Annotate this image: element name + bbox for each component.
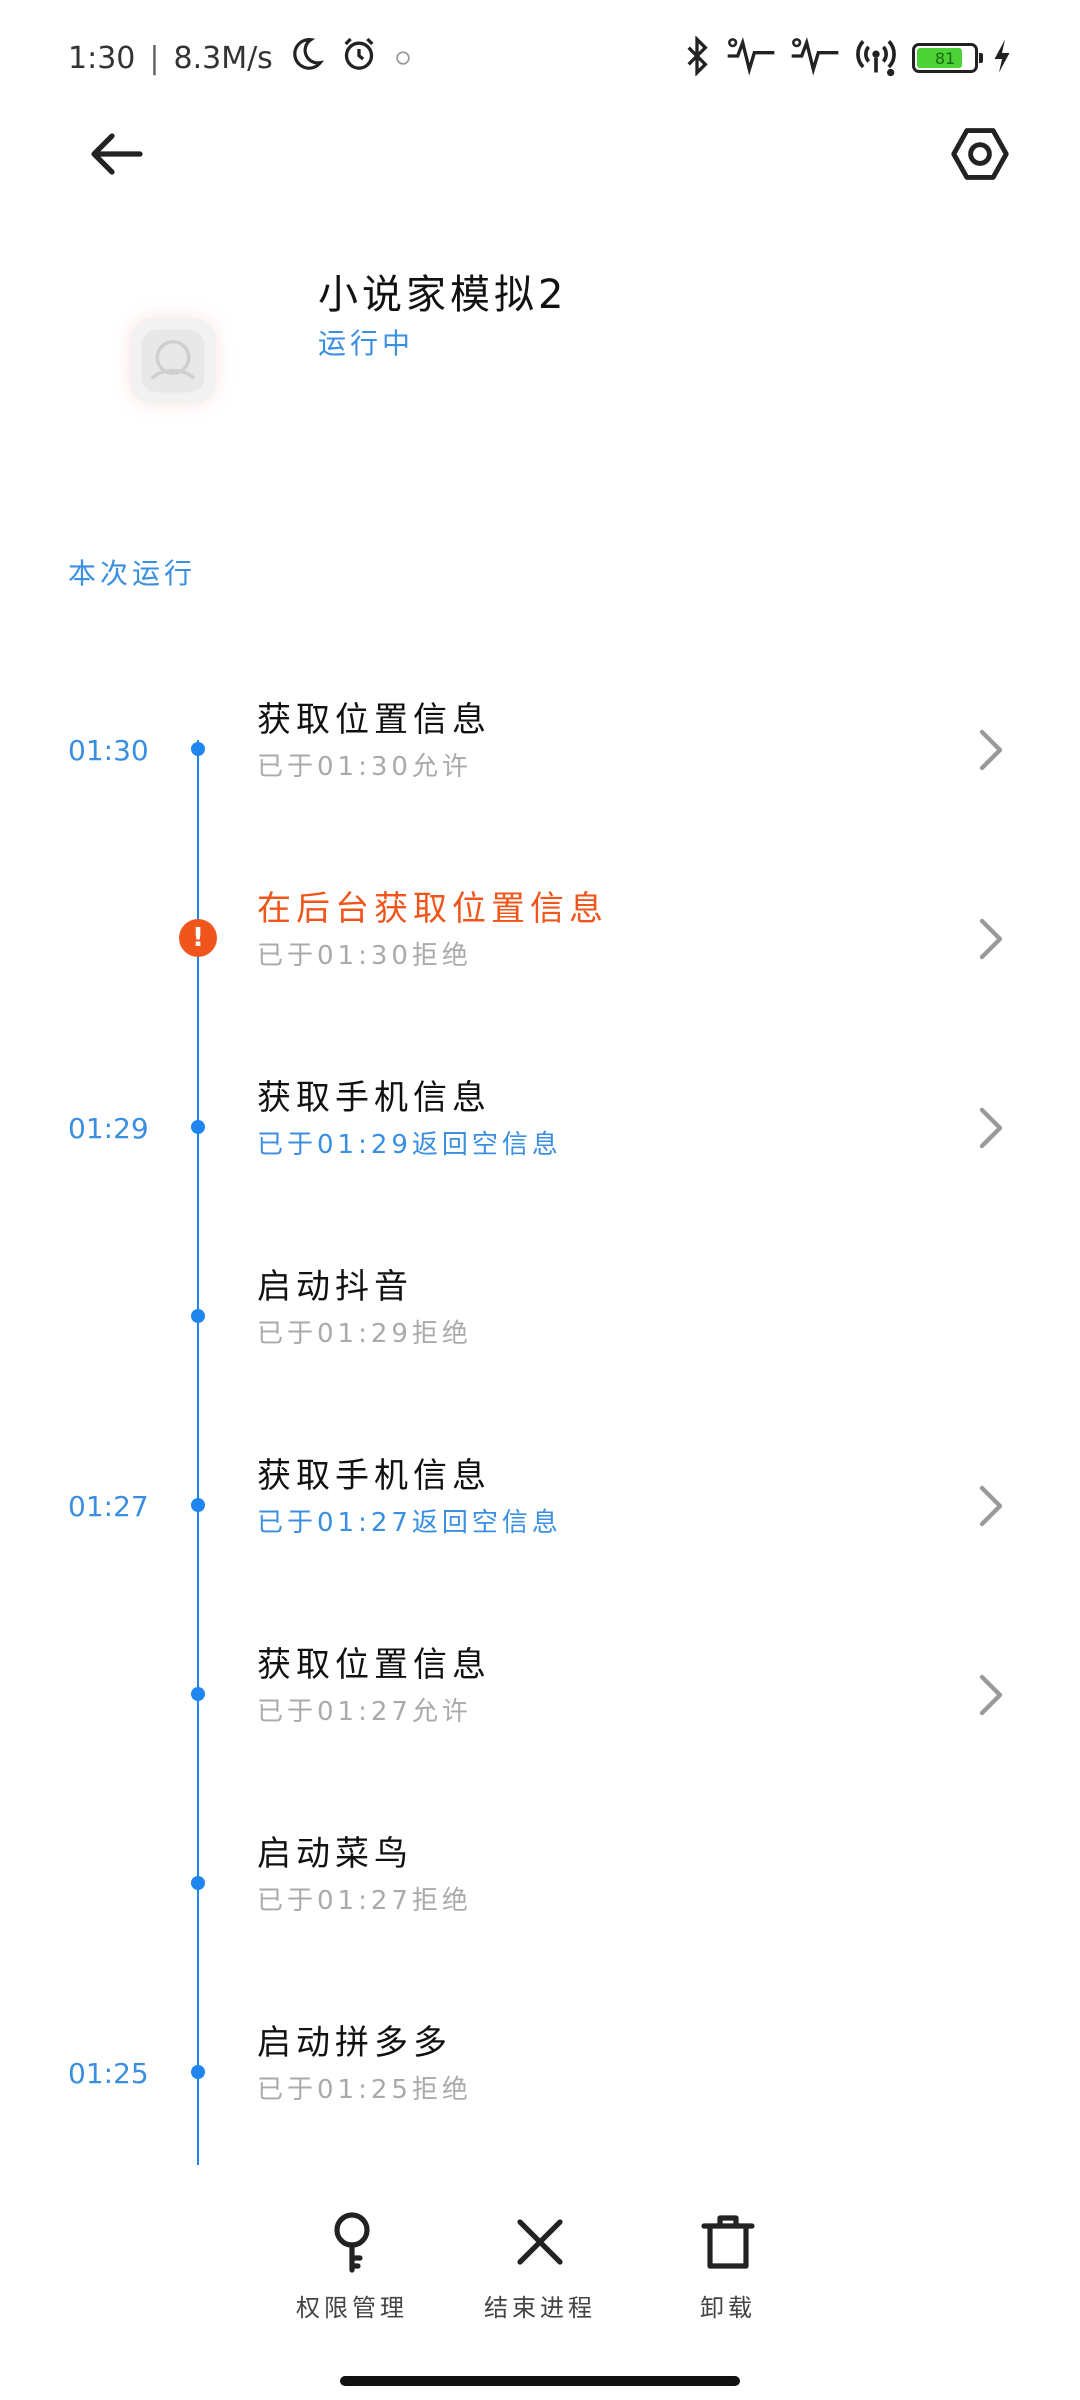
timeline-item: 01:25 启动拼多多已于01:25拒绝 xyxy=(0,1977,1080,2167)
moon-icon xyxy=(287,35,325,81)
timeline-item: 启动菜鸟已于01:27拒绝 xyxy=(0,1788,1080,1978)
app-detail-screen: 1:30 | 8.3M/s 81 小说家模拟2 运行中 本次运行 01:30 获… xyxy=(0,0,1080,2400)
timeline-item-subtitle: 已于01:29返回空信息 xyxy=(257,1130,562,1160)
timeline-item-title: 获取位置信息 xyxy=(257,1645,491,1685)
action-label: 结束进程 xyxy=(484,2294,596,2322)
app-running-status: 运行中 xyxy=(318,327,415,360)
action-label: 权限管理 xyxy=(296,2294,408,2322)
status-bar: 1:30 | 8.3M/s 81 xyxy=(0,0,1080,110)
timeline-item-title: 获取位置信息 xyxy=(257,700,491,740)
timeline-item[interactable]: 获取位置信息已于01:27允许 xyxy=(0,1599,1080,1789)
timeline-item-subtitle: 已于01:27拒绝 xyxy=(257,1886,472,1916)
key-icon xyxy=(320,2210,384,2274)
timeline-item-subtitle: 已于01:30允许 xyxy=(257,752,472,782)
timeline-item-title: 启动菜鸟 xyxy=(257,1834,413,1874)
timeline-dot xyxy=(191,1120,205,1134)
chevron-right-icon[interactable] xyxy=(972,728,1012,772)
bluetooth-icon xyxy=(682,35,712,80)
trash-icon xyxy=(696,2210,760,2274)
app-logo-icon xyxy=(141,329,205,393)
section-title-current-run: 本次运行 xyxy=(68,557,197,590)
status-separator: | xyxy=(149,40,160,76)
timeline-item[interactable]: 01:27 获取手机信息已于01:27返回空信息 xyxy=(0,1410,1080,1600)
hotspot-icon xyxy=(854,34,898,82)
status-net-speed: 8.3M/s xyxy=(173,40,273,76)
permission-management-button[interactable]: 权限管理 xyxy=(272,2200,432,2330)
timeline-item[interactable]: 01:30 获取位置信息已于01:30允许 xyxy=(0,654,1080,844)
app-icon xyxy=(130,318,216,404)
end-process-button[interactable]: 结束进程 xyxy=(460,2200,620,2330)
timeline-item-title: 启动抖音 xyxy=(257,1267,413,1307)
chevron-right-icon[interactable] xyxy=(972,917,1012,961)
battery-level-text: 81 xyxy=(934,48,956,68)
timeline-time: 01:27 xyxy=(68,1490,149,1523)
hexagon-settings-icon xyxy=(950,124,1010,188)
status-time: 1:30 xyxy=(68,40,136,76)
timeline-dot xyxy=(191,1876,205,1890)
timeline-item-subtitle: 已于01:30拒绝 xyxy=(257,941,472,971)
alert-exclamation-icon: ! xyxy=(179,919,217,957)
status-left: 1:30 | 8.3M/s xyxy=(68,36,413,80)
battery-icon: 81 xyxy=(912,43,983,73)
timeline-dot xyxy=(191,1687,205,1701)
app-name: 小说家模拟2 xyxy=(318,272,568,318)
chevron-right-icon[interactable] xyxy=(972,1106,1012,1150)
settings-button[interactable] xyxy=(930,106,1030,206)
timeline-time: 01:29 xyxy=(68,1112,149,1145)
small-status-icon xyxy=(393,41,413,76)
timeline-item-subtitle: 已于01:27返回空信息 xyxy=(257,1508,562,1538)
timeline-item-subtitle: 已于01:25拒绝 xyxy=(257,2075,472,2105)
timeline-dot xyxy=(191,2065,205,2079)
bottom-action-bar: 权限管理 结束进程 卸载 xyxy=(0,2200,1080,2330)
timeline-item: 启动抖音已于01:29拒绝 xyxy=(0,1221,1080,1411)
timeline-item-subtitle: 已于01:27允许 xyxy=(257,1697,472,1727)
timeline-time: 01:25 xyxy=(68,2057,149,2090)
timeline-item-title: 获取手机信息 xyxy=(257,1456,491,1496)
timeline-item-title: 获取手机信息 xyxy=(257,1078,491,1118)
home-indicator[interactable] xyxy=(340,2376,740,2386)
close-icon xyxy=(508,2210,572,2274)
timeline-item[interactable]: 01:29 获取手机信息已于01:29返回空信息 xyxy=(0,1032,1080,1222)
arrow-left-icon xyxy=(84,122,148,190)
back-button[interactable] xyxy=(66,106,166,206)
timeline-item-title: 在后台获取位置信息 xyxy=(257,889,608,929)
uninstall-button[interactable]: 卸载 xyxy=(648,2200,808,2330)
timeline-time: 01:30 xyxy=(68,734,149,767)
signal-wave-icon xyxy=(726,36,776,80)
alarm-icon xyxy=(339,34,379,82)
status-right: 81 xyxy=(682,34,1012,82)
chevron-right-icon[interactable] xyxy=(972,1484,1012,1528)
timeline-item-subtitle: 已于01:29拒绝 xyxy=(257,1319,472,1349)
timeline-dot xyxy=(191,1309,205,1323)
timeline-dot xyxy=(191,1498,205,1512)
timeline-item[interactable]: ! 在后台获取位置信息已于01:30拒绝 xyxy=(0,843,1080,1033)
charging-icon xyxy=(992,38,1012,78)
signal-wave-icon xyxy=(790,36,840,80)
action-label: 卸载 xyxy=(700,2294,756,2322)
timeline-item-title: 启动拼多多 xyxy=(257,2023,452,2063)
timeline-dot xyxy=(191,742,205,756)
chevron-right-icon[interactable] xyxy=(972,1673,1012,1717)
